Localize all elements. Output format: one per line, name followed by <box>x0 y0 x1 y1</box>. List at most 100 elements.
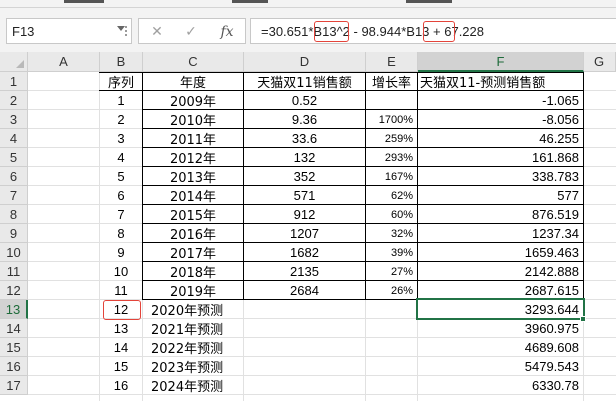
cell-prediction[interactable]: 3293.644 <box>418 300 583 319</box>
cell-prediction[interactable]: 1237.34 <box>418 224 583 243</box>
cell-growth[interactable]: 1700% <box>366 110 417 129</box>
cell-sales[interactable]: 0.52 <box>244 91 365 110</box>
column-header-e[interactable]: E <box>366 52 418 72</box>
row-header[interactable]: 5 <box>0 148 28 167</box>
cell-year[interactable]: 2014年 <box>143 186 243 205</box>
cell-seq[interactable]: 1 <box>100 91 142 110</box>
cell-growth[interactable]: 39% <box>366 243 417 262</box>
cell-growth[interactable] <box>366 91 417 110</box>
cell-year[interactable]: 2013年 <box>143 167 243 186</box>
header-year[interactable]: 年度 <box>143 72 243 91</box>
header-seq[interactable]: 序列 <box>100 72 142 91</box>
column-header-a[interactable]: A <box>28 52 100 72</box>
cell-prediction[interactable]: 338.783 <box>418 167 583 186</box>
cell-seq[interactable]: 10 <box>100 262 142 281</box>
cell-year[interactable]: 2015年 <box>143 205 243 224</box>
cell-year[interactable]: 2017年 <box>143 243 243 262</box>
cell-year[interactable]: 2010年 <box>143 110 243 129</box>
cell-sales[interactable]: 2684 <box>244 281 365 300</box>
row-header[interactable]: 2 <box>0 91 28 110</box>
cell-growth[interactable]: 32% <box>366 224 417 243</box>
cell-prediction[interactable]: 577 <box>418 186 583 205</box>
row-header[interactable]: 7 <box>0 186 28 205</box>
cell-year[interactable]: 2024年预测 <box>143 376 243 395</box>
cell-prediction[interactable]: 2142.888 <box>418 262 583 281</box>
row-header[interactable]: 12 <box>0 281 28 300</box>
cell-year[interactable]: 2023年预测 <box>143 357 243 376</box>
cell-growth[interactable]: 27% <box>366 262 417 281</box>
cell-year[interactable]: 2021年预测 <box>143 319 243 338</box>
header-growth[interactable]: 增长率 <box>366 72 417 91</box>
cell-prediction[interactable]: -1.065 <box>418 91 583 110</box>
cell-growth[interactable]: 167% <box>366 167 417 186</box>
cell-sales[interactable]: 9.36 <box>244 110 365 129</box>
cell-seq[interactable]: 7 <box>100 205 142 224</box>
cell-growth[interactable]: 60% <box>366 205 417 224</box>
row-header[interactable]: 15 <box>0 338 28 357</box>
cell-prediction[interactable]: 5479.543 <box>418 357 583 376</box>
cell-prediction[interactable]: 161.868 <box>418 148 583 167</box>
row-header[interactable]: 13 <box>0 300 28 319</box>
cell-year[interactable]: 2022年预测 <box>143 338 243 357</box>
cell-prediction[interactable]: 46.255 <box>418 129 583 148</box>
cell-growth[interactable]: 26% <box>366 281 417 300</box>
row-header[interactable]: 9 <box>0 224 28 243</box>
row-header[interactable]: 4 <box>0 129 28 148</box>
column-header-g[interactable]: G <box>584 52 616 72</box>
row-header[interactable]: 17 <box>0 376 28 395</box>
cell-growth[interactable]: 259% <box>366 129 417 148</box>
cell-seq[interactable]: 15 <box>100 357 142 376</box>
cell-sales[interactable]: 1207 <box>244 224 365 243</box>
cell-seq[interactable]: 4 <box>100 148 142 167</box>
cell-sales[interactable]: 2135 <box>244 262 365 281</box>
cell-prediction[interactable]: -8.056 <box>418 110 583 129</box>
cell-sales[interactable]: 352 <box>244 167 365 186</box>
cell-year[interactable]: 2019年 <box>143 281 243 300</box>
cell-year[interactable]: 2011年 <box>143 129 243 148</box>
cell-prediction[interactable]: 6330.78 <box>418 376 583 395</box>
cell-year[interactable]: 2018年 <box>143 262 243 281</box>
column-header-c[interactable]: C <box>143 52 244 72</box>
cell-growth[interactable]: 293% <box>366 148 417 167</box>
row-header[interactable]: 3 <box>0 110 28 129</box>
row-header[interactable]: 8 <box>0 205 28 224</box>
name-box[interactable]: F13 <box>6 18 132 44</box>
cell-sales[interactable]: 1682 <box>244 243 365 262</box>
row-header[interactable]: 11 <box>0 262 28 281</box>
cell-year[interactable]: 2009年 <box>143 91 243 110</box>
enter-icon[interactable]: ✓ <box>179 22 203 42</box>
cell-prediction[interactable]: 4689.608 <box>418 338 583 357</box>
column-header-b[interactable]: B <box>100 52 143 72</box>
row-header[interactable]: 14 <box>0 319 28 338</box>
more-options-icon[interactable] <box>119 26 133 40</box>
cell-year[interactable]: 2020年预测 <box>143 300 243 319</box>
row-header[interactable]: 16 <box>0 357 28 376</box>
cell-prediction[interactable]: 1659.463 <box>418 243 583 262</box>
row-header[interactable]: 6 <box>0 167 28 186</box>
cell-seq[interactable]: 11 <box>100 281 142 300</box>
cell-year[interactable]: 2016年 <box>143 224 243 243</box>
cell-seq[interactable]: 16 <box>100 376 142 395</box>
header-sales[interactable]: 天猫双11销售额 <box>244 72 365 91</box>
formula-input[interactable]: =30.651*B13^2 - 98.944*B13 + 67.228 <box>250 18 616 44</box>
cell-year[interactable]: 2012年 <box>143 148 243 167</box>
select-all-button[interactable] <box>0 52 28 72</box>
row-header[interactable]: 1 <box>0 72 28 91</box>
cell-prediction[interactable]: 876.519 <box>418 205 583 224</box>
cell-prediction[interactable]: 3960.975 <box>418 319 583 338</box>
cell-seq[interactable]: 3 <box>100 129 142 148</box>
cell-sales[interactable]: 912 <box>244 205 365 224</box>
cell-prediction[interactable]: 2687.615 <box>418 281 583 300</box>
row-header[interactable]: 10 <box>0 243 28 262</box>
cell-seq[interactable]: 14 <box>100 338 142 357</box>
cell-sales[interactable]: 33.6 <box>244 129 365 148</box>
cell-seq[interactable]: 2 <box>100 110 142 129</box>
cell-seq[interactable]: 13 <box>100 319 142 338</box>
cell-growth[interactable]: 62% <box>366 186 417 205</box>
cancel-icon[interactable]: ✕ <box>145 22 169 42</box>
cell-sales[interactable]: 132 <box>244 148 365 167</box>
column-header-f[interactable]: F <box>418 52 584 72</box>
cell-seq[interactable]: 6 <box>100 186 142 205</box>
column-header-d[interactable]: D <box>244 52 366 72</box>
fill-handle[interactable] <box>580 316 586 322</box>
